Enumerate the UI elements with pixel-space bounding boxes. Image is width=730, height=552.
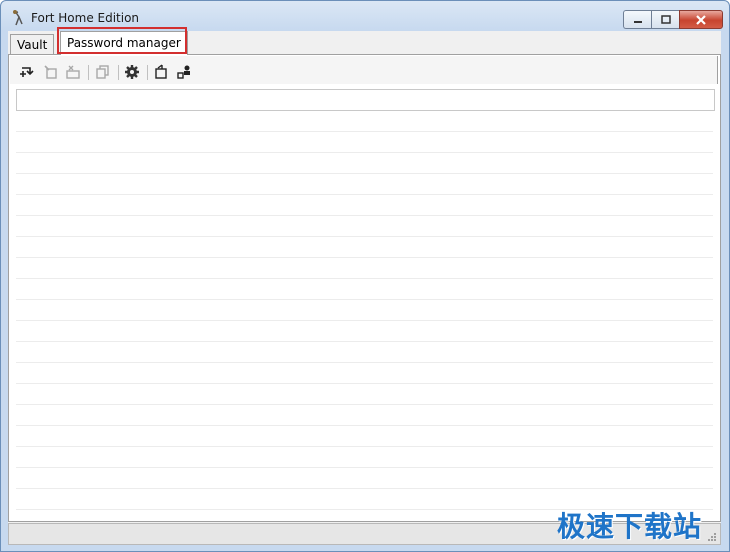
password-entries-list[interactable]: [16, 111, 713, 521]
toolbar-separator: [88, 65, 89, 80]
maximize-icon: [660, 14, 671, 24]
window-controls: [623, 10, 723, 29]
app-window: Fort Home Edition Vault Password manager: [0, 0, 730, 552]
edit-entry-icon: [44, 65, 57, 79]
minimize-icon: [633, 20, 642, 23]
maximize-button[interactable]: [651, 10, 679, 29]
export-button[interactable]: [152, 63, 170, 81]
close-icon: [696, 14, 706, 25]
delete-entry-button[interactable]: [64, 63, 82, 81]
minimize-button[interactable]: [623, 10, 651, 29]
user-key-button[interactable]: [175, 63, 193, 81]
watermark: 极速下载站: [557, 510, 703, 543]
filter-input[interactable]: [17, 90, 714, 108]
delete-entry-icon: [66, 65, 80, 79]
resize-grip-icon[interactable]: [707, 532, 717, 542]
copy-icon: [96, 65, 109, 79]
toolbar: [10, 56, 718, 84]
filter-field[interactable]: [16, 89, 715, 111]
tab-vault[interactable]: Vault: [10, 34, 55, 55]
add-entry-icon: [20, 67, 34, 77]
user-key-icon: [177, 65, 190, 79]
app-logo-icon: [10, 9, 26, 26]
add-entry-button[interactable]: [18, 63, 36, 81]
toolbar-separator: [118, 65, 119, 80]
password-manager-pane: [8, 54, 721, 522]
copy-button[interactable]: [94, 63, 112, 81]
gear-icon: [125, 65, 139, 79]
tab-bar: Vault Password manager: [8, 27, 721, 55]
toolbar-separator: [147, 65, 148, 80]
window-title: Fort Home Edition: [31, 11, 140, 25]
close-button[interactable]: [679, 10, 723, 29]
export-icon: [155, 64, 167, 79]
title-bar[interactable]: Fort Home Edition: [1, 1, 729, 31]
client-area: Vault Password manager: [8, 27, 721, 545]
tab-password-manager[interactable]: Password manager: [60, 31, 188, 55]
settings-button[interactable]: [123, 63, 141, 81]
edit-entry-button[interactable]: [42, 63, 60, 81]
